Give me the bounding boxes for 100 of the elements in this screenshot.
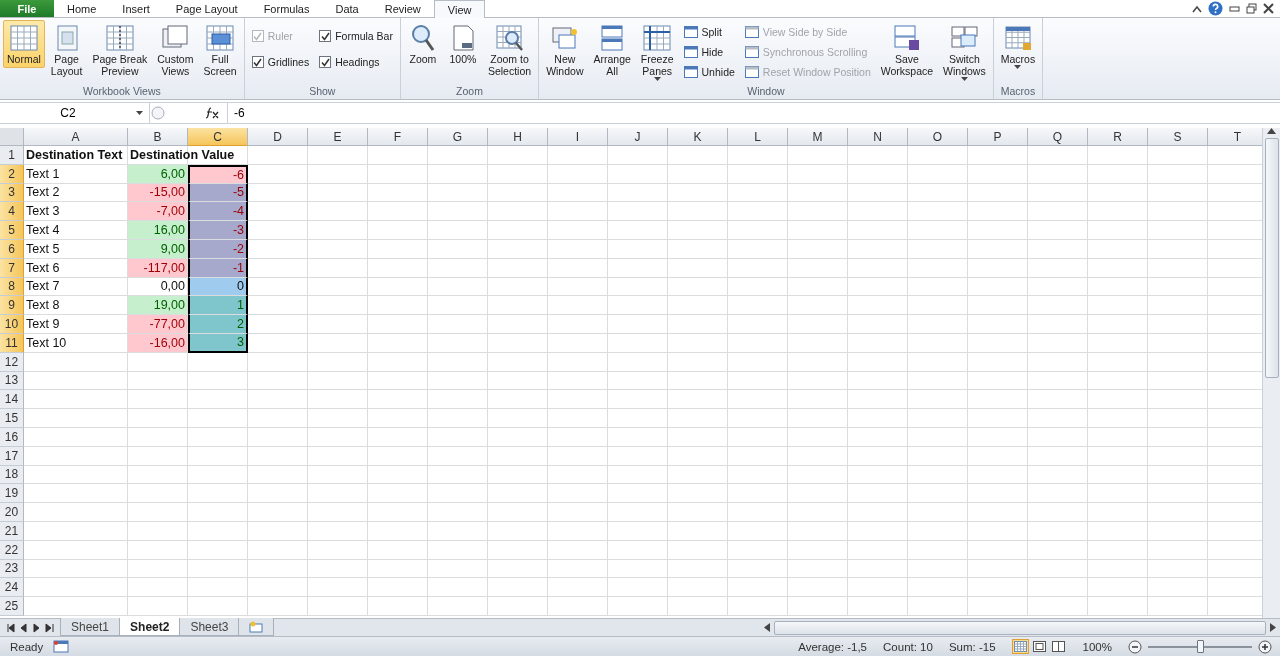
checkbox[interactable]: Headings [319,54,393,70]
collapse-ribbon-icon[interactable] [1192,4,1202,13]
ribbon-button[interactable]: Split [683,24,735,40]
ribbon-button[interactable]: Macros [996,20,1040,72]
status-text: Ready [9,640,45,653]
view-mode-button[interactable] [1049,639,1067,654]
vertical-scrollbar[interactable] [1262,128,1280,618]
column-header[interactable]: A [24,128,128,146]
sheet-tab[interactable]: Sheet2 [119,618,181,636]
zoom-level[interactable]: 100% [1082,640,1112,653]
column-header[interactable]: G [428,128,488,146]
name-box[interactable]: C2 [0,103,150,123]
column-header[interactable]: I [548,128,608,146]
checkbox[interactable]: Gridlines [251,54,310,70]
ribbon-button[interactable]: Freeze Panes [636,20,678,84]
table-cell: 2 [188,315,248,334]
ribbon-button[interactable]: Switch Windows [939,20,990,84]
column-header[interactable]: E [308,128,368,146]
ribbon-tab[interactable]: Review [371,0,434,17]
table-cell: -4 [188,202,248,222]
column-header[interactable]: L [728,128,788,146]
column-header[interactable]: R [1088,128,1148,146]
ribbon-tab[interactable]: Formulas [250,0,323,17]
scrollbar-thumb[interactable] [1264,138,1279,378]
row-header[interactable]: 15 [0,409,24,428]
column-header[interactable]: N [848,128,908,146]
column-header[interactable]: S [1148,128,1208,146]
ribbon-button[interactable]: Arrange All [589,20,635,80]
ribbon-button[interactable]: Custom Views [153,20,198,80]
ribbon-button[interactable]: 100% [443,20,482,68]
window-pane-icon [683,66,698,78]
row-header[interactable]: 14 [0,390,24,410]
ribbon-button[interactable]: Unhide [683,64,735,80]
file-tab[interactable]: File [0,0,54,17]
formula-input[interactable]: -6 [228,103,1280,123]
column-header[interactable]: C [188,128,248,146]
ribbon-button[interactable]: Hide [683,44,735,60]
group-label: Show [308,85,337,99]
checkbox[interactable]: Formula Bar [319,28,393,44]
row-header[interactable]: 9 [0,296,24,316]
row-header[interactable]: 4 [0,202,24,222]
close-icon[interactable] [1263,3,1274,14]
scroll-up-icon[interactable] [1267,128,1276,134]
window-pane-icon [683,26,698,38]
table-cell: 16,00 [128,221,188,240]
sheet-nav-icon[interactable] [6,622,15,633]
ribbon-button[interactable]: Normal [3,20,45,68]
column-header[interactable]: O [908,128,968,146]
column-header[interactable]: K [668,128,728,146]
column-header[interactable]: D [248,128,308,146]
row-header[interactable]: 1 [0,146,24,165]
sheet-nav-icon[interactable] [32,622,41,633]
ribbon-button[interactable]: Save Workspace [876,20,938,80]
row-header[interactable]: 19 [0,484,24,504]
row-header[interactable]: 25 [0,597,24,616]
view-mode-button[interactable] [1011,639,1029,654]
ribbon-button[interactable]: Zoom to Selection [483,20,536,80]
scrollbar-thumb[interactable] [774,620,1266,635]
zoom-slider-thumb[interactable] [1197,640,1204,653]
group-label: Window [746,85,786,99]
ribbon-tab[interactable]: Insert [109,0,163,17]
column-header[interactable]: P [968,128,1028,146]
column-header[interactable]: F [368,128,428,146]
ribbon-button[interactable]: Zoom [403,20,442,68]
row-header[interactable]: 20 [0,503,24,522]
column-header[interactable]: B [128,128,188,146]
row-header[interactable]: 5 [0,221,24,240]
ribbon-tab[interactable]: View [433,0,486,18]
zoom-in-icon[interactable] [1258,639,1272,654]
save-window-icon [891,23,922,53]
group-label: Workbook Views [81,85,162,99]
minimize-icon[interactable] [1229,3,1240,14]
column-header[interactable]: H [488,128,548,146]
sheet-nav-icon[interactable] [45,622,54,633]
ribbon-tab[interactable]: Page Layout [162,0,251,17]
help-icon[interactable] [1208,1,1223,16]
ribbon-tab[interactable]: Home [54,0,110,17]
check-icon [320,31,330,41]
column-header[interactable]: T [1208,128,1262,146]
scroll-left-icon[interactable] [764,623,770,632]
sheet-tab[interactable]: Sheet3 [179,618,240,636]
insert-function-icon[interactable] [150,103,228,123]
ribbon-button[interactable]: Full Screen [199,20,241,80]
ribbon-tab[interactable]: Data [322,0,372,17]
restore-icon[interactable] [1246,3,1257,14]
sheet-nav-icon[interactable] [19,622,28,633]
column-header[interactable]: Q [1028,128,1088,146]
ribbon-button[interactable]: Page Layout [46,20,87,80]
row-header[interactable]: 24 [0,578,24,598]
scroll-right-icon[interactable] [1270,623,1276,632]
ribbon-button[interactable]: Page Break Preview [88,20,152,80]
column-header[interactable]: M [788,128,848,146]
window-pane-icon [683,46,698,58]
column-header[interactable]: J [608,128,668,146]
view-mode-button[interactable] [1030,639,1048,654]
zoom-out-icon[interactable] [1128,639,1142,654]
row-header[interactable]: 10 [0,315,24,334]
macro-record-icon[interactable] [53,640,70,653]
sheet-tab[interactable]: Sheet1 [60,618,121,636]
ribbon-button[interactable]: New Window [542,20,588,80]
